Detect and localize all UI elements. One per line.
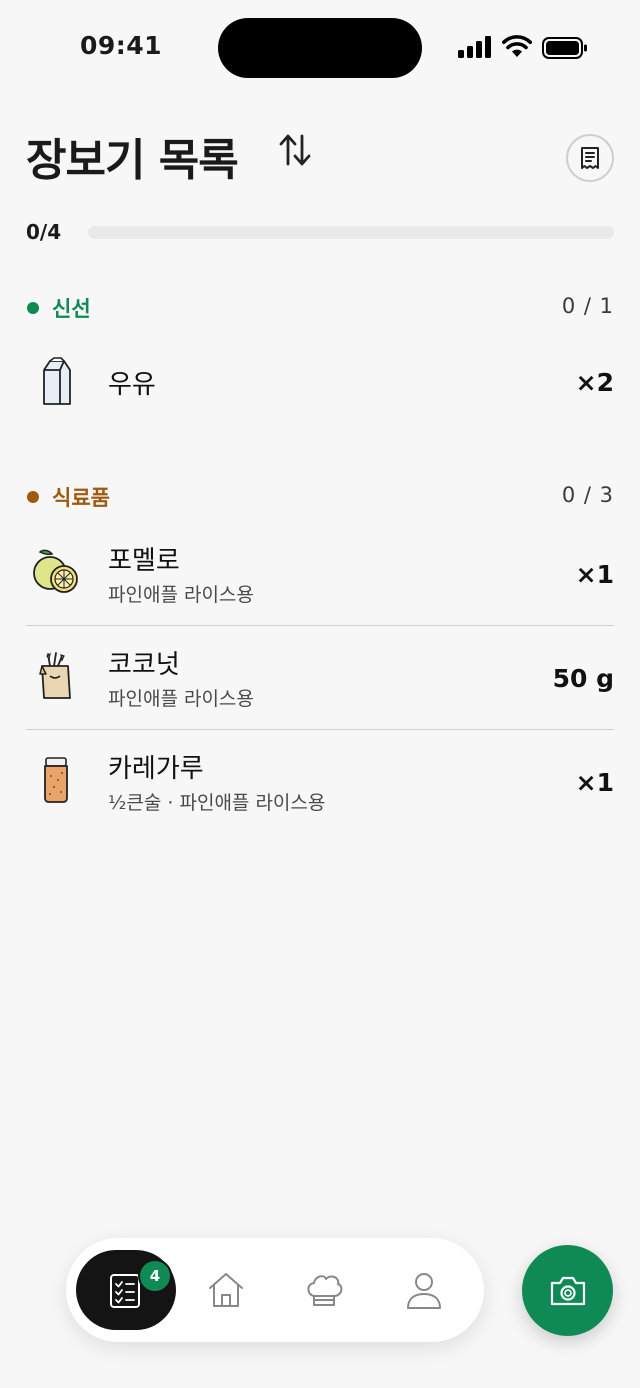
section-dot [27,302,39,314]
chef-hat-icon[interactable] [302,1268,346,1312]
receipt-icon [581,147,599,169]
list-item[interactable]: 코코넛 파인애플 라이스용 50 g [26,642,614,718]
bottom-nav: 4 [66,1238,484,1342]
battery-icon [542,37,587,59]
item-note: 파인애플 라이스용 [108,688,254,710]
item-note: 파인애플 라이스용 [108,584,254,606]
wifi-icon [502,35,532,57]
item-name: 코코넛 [108,650,180,680]
divider [26,625,614,626]
camera-button[interactable] [522,1245,613,1336]
pomelo-icon [33,549,78,593]
status-bar: 09:41 [0,0,640,96]
page-title: 장보기 목록 [26,135,239,186]
item-name: 카레가루 [108,754,204,784]
cellular-signal-icon [458,36,491,58]
nav-item-list[interactable]: 4 [76,1250,176,1330]
milk-carton-icon [43,357,71,405]
section-header-grocery: 식료품 0 / 3 [26,482,614,512]
item-quantity: ×2 [575,368,614,397]
progress-bar [88,226,614,239]
dynamic-island [218,18,422,78]
home-icon[interactable] [204,1268,248,1312]
section-count: 0 / 3 [561,483,614,507]
item-note: ½큰술 · 파인애플 라이스용 [108,792,326,814]
sort-icon[interactable] [278,132,312,168]
list-item[interactable]: 포멜로 파인애플 라이스용 ×1 [26,538,614,614]
spice-jar-icon [44,757,68,803]
item-quantity: ×1 [575,560,614,589]
section-title: 신선 [52,297,91,321]
receipt-button[interactable] [566,134,614,182]
list-item[interactable]: 우유 ×2 [26,354,614,414]
section-header-fresh: 신선 0 / 1 [26,293,614,323]
item-quantity: 50 g [552,664,614,693]
nav-badge: 4 [138,1259,172,1293]
list-item[interactable]: 카레가루 ½큰술 · 파인애플 라이스용 ×1 [26,746,614,822]
item-name: 포멜로 [108,546,180,576]
progress-count: 0/4 [26,220,62,244]
profile-icon[interactable] [402,1268,446,1312]
section-count: 0 / 1 [561,294,614,318]
section-title: 식료품 [52,486,110,510]
item-quantity: ×1 [575,768,614,797]
section-dot [27,491,39,503]
item-name: 우유 [108,370,156,400]
grocery-bag-icon [39,652,71,699]
camera-icon [550,1276,585,1305]
status-time: 09:41 [80,31,163,60]
divider [26,729,614,730]
